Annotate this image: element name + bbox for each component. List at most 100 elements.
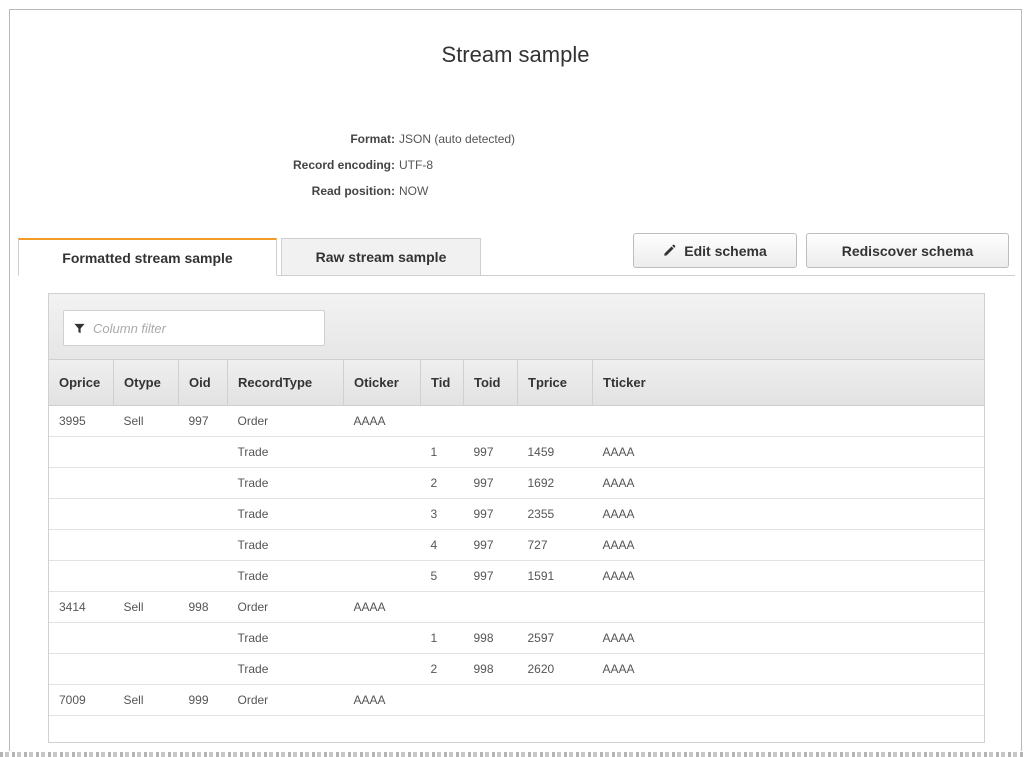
cell-toid: 998 [463,653,518,685]
cell-oticker: AAAA [343,684,421,716]
cell-tid: 1 [420,436,464,468]
cell-oid: 998 [178,591,228,623]
cell-tticker: AAAA [592,436,984,468]
cell-oid: 997 [178,405,228,437]
cell-tprice: 2355 [517,498,593,530]
table-row: Trade 2 998 2620 AAAA [49,653,984,685]
read-position-label: Read position: [311,184,395,198]
column-header-toid[interactable]: Toid [463,360,518,406]
cell-otype [113,436,179,468]
column-header-oid[interactable]: Oid [178,360,228,406]
column-filter[interactable] [63,310,325,346]
format-value: JSON (auto detected) [399,132,516,146]
cell-oprice [49,498,114,530]
filter-icon [74,323,85,333]
grid-toolbar [49,294,984,360]
column-header-recordtype[interactable]: RecordType [227,360,344,406]
cell-oid: 999 [178,684,228,716]
edit-schema-label: Edit schema [684,242,767,259]
cell-oprice: 3995 [49,405,114,437]
cell-oprice: 3414 [49,591,114,623]
cell-recordtype: Trade [227,560,344,592]
cell-tprice: 1692 [517,467,593,499]
cell-tprice [517,591,593,623]
cell-otype [113,653,179,685]
cell-toid: 998 [463,622,518,654]
column-filter-input[interactable] [91,319,315,337]
read-position-value: NOW [399,184,429,198]
cell-oticker: AAAA [343,405,421,437]
cell-oticker [343,560,421,592]
table-row: Trade 1 998 2597 AAAA [49,622,984,654]
table-row: Trade 5 997 1591 AAAA [49,560,984,592]
cell-tprice: 1591 [517,560,593,592]
cell-tprice [517,684,593,716]
cell-tticker: AAAA [592,653,984,685]
cell-tticker: AAAA [592,560,984,592]
cell-oprice [49,467,114,499]
cell-tticker: AAAA [592,498,984,530]
column-header-otype[interactable]: Otype [113,360,179,406]
cell-otype [113,529,179,561]
cell-toid [463,591,518,623]
table-header-row: Oprice Otype Oid RecordType Oticker Tid … [49,360,984,406]
cell-oid [178,560,228,592]
cell-tprice: 1459 [517,436,593,468]
format-label: Format: [350,132,395,146]
cell-recordtype: Order [227,684,344,716]
cell-tid: 3 [420,498,464,530]
cell-oticker [343,436,421,468]
cell-oprice [49,653,114,685]
column-header-tticker[interactable]: Tticker [592,360,984,406]
cell-oticker [343,653,421,685]
table-row: 3995 Sell 997 Order AAAA [49,405,984,437]
rediscover-schema-label: Rediscover schema [841,242,974,259]
cell-recordtype: Trade [227,498,344,530]
pencil-icon [664,244,676,256]
cell-oid [178,529,228,561]
cell-otype [113,622,179,654]
cell-otype [113,560,179,592]
cell-tid [420,405,464,437]
cell-tid: 4 [420,529,464,561]
cell-oprice [49,436,114,468]
cell-otype: Sell [113,684,179,716]
tab-formatted-stream-sample[interactable]: Formatted stream sample [18,238,277,276]
cell-oticker [343,529,421,561]
cell-toid [463,405,518,437]
edit-schema-button[interactable]: Edit schema [633,233,797,268]
cell-oid [178,498,228,530]
cell-tid: 1 [420,622,464,654]
cell-oticker [343,498,421,530]
cell-tticker [592,684,984,716]
cell-oid [178,436,228,468]
cell-tticker [592,591,984,623]
column-header-tprice[interactable]: Tprice [517,360,593,406]
cell-tid [420,591,464,623]
cell-toid: 997 [463,467,518,499]
cell-oticker [343,467,421,499]
column-header-tid[interactable]: Tid [420,360,464,406]
record-encoding-label: Record encoding: [292,158,395,172]
cell-tid: 2 [420,467,464,499]
cell-oprice: 7009 [49,684,114,716]
cell-tprice: 2620 [517,653,593,685]
cell-oprice [49,529,114,561]
record-encoding-value: UTF-8 [399,158,433,172]
column-header-oprice[interactable]: Oprice [49,360,114,406]
cell-tticker [592,405,984,437]
rediscover-schema-button[interactable]: Rediscover schema [806,233,1009,268]
table-row: 3414 Sell 998 Order AAAA [49,591,984,623]
cell-recordtype: Order [227,591,344,623]
cell-tid [420,684,464,716]
cell-otype: Sell [113,405,179,437]
cell-recordtype: Trade [227,467,344,499]
cell-tticker: AAAA [592,467,984,499]
cell-tprice: 2597 [517,622,593,654]
cell-toid [463,684,518,716]
tab-raw-stream-sample[interactable]: Raw stream sample [281,238,481,276]
cell-otype [113,498,179,530]
cell-tprice [517,405,593,437]
column-header-oticker[interactable]: Oticker [343,360,421,406]
screenshot-edge-artifact [0,752,1024,757]
